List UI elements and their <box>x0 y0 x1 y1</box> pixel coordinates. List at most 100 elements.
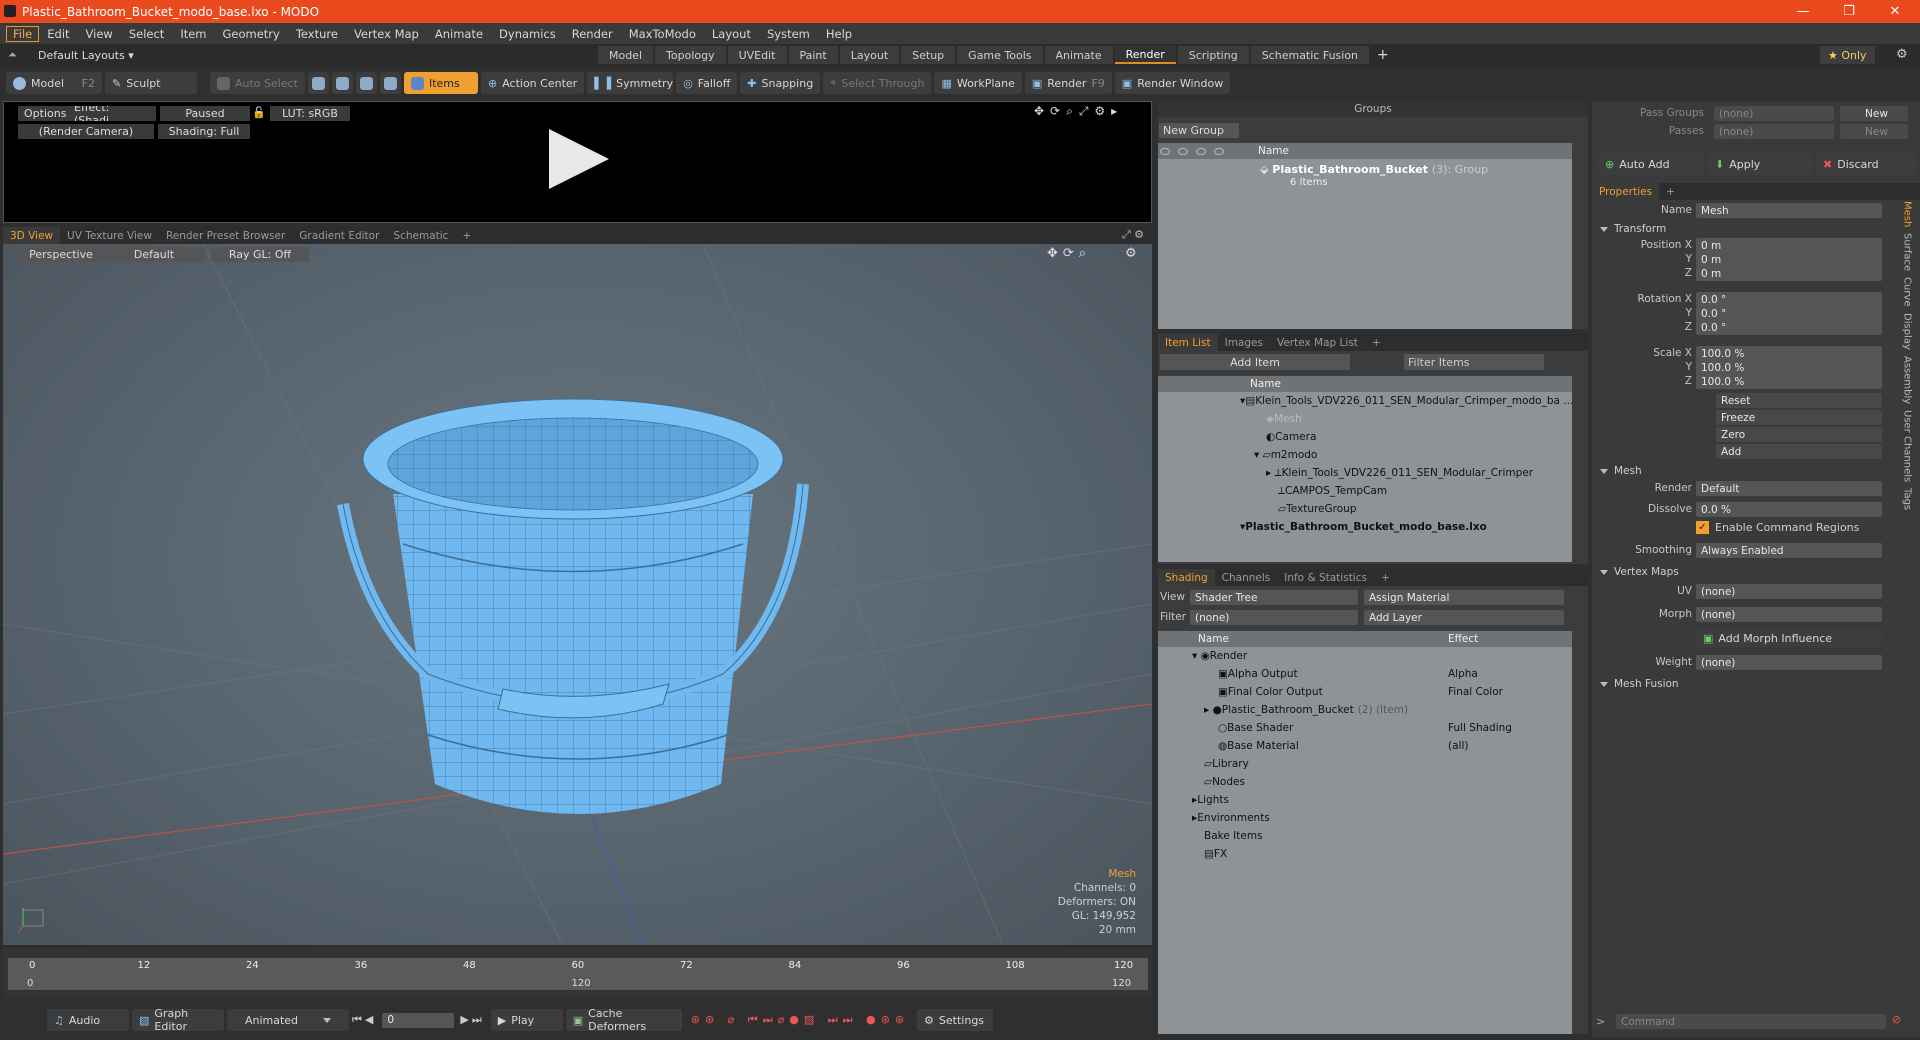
scale-y-field[interactable]: 100.0 % <box>1696 360 1882 375</box>
items-mode-button[interactable]: Items <box>403 72 478 94</box>
tab-properties[interactable]: Properties <box>1592 183 1660 200</box>
tab-paint[interactable]: Paint <box>788 46 838 64</box>
item-row[interactable]: ⟂ CAMPOS_TempCam <box>1158 482 1572 500</box>
add-tab-button[interactable]: + <box>1377 47 1389 63</box>
add-morph-influence-button[interactable]: ▣ Add Morph Influence <box>1696 629 1882 647</box>
uv-dropdown[interactable]: (none) <box>1696 584 1882 599</box>
shading-style-dropdown[interactable]: Default <box>103 247 205 262</box>
shader-row[interactable]: ▸ Lights <box>1158 791 1572 809</box>
shader-row[interactable]: ▤ FX <box>1158 845 1572 863</box>
preview-options-button[interactable]: Options <box>18 106 73 121</box>
graph-editor-button[interactable]: ▧ Graph Editor <box>132 1007 224 1033</box>
rotation-y-field[interactable]: 0.0 ° <box>1696 306 1882 321</box>
item-row[interactable]: ▾ ▤ Klein_Tools_VDV226_011_SEN_Modular_C… <box>1158 392 1573 410</box>
reset-dropdown[interactable]: Reset <box>1716 393 1882 408</box>
render-dropdown[interactable]: Default <box>1696 481 1882 496</box>
tab-schematic[interactable]: Schematic <box>386 227 455 244</box>
menu-select[interactable]: Select <box>121 27 172 41</box>
viewport-gear-icon[interactable]: ⚙ <box>1125 246 1137 261</box>
morph-dropdown[interactable]: (none) <box>1696 607 1882 622</box>
preview-paused-button[interactable]: Paused <box>160 106 250 121</box>
add-item-dropdown[interactable]: Add Item <box>1160 354 1350 370</box>
tab-schematic-fusion[interactable]: Schematic Fusion <box>1250 46 1370 64</box>
vertex-mode-button[interactable] <box>307 72 329 94</box>
apply-button[interactable]: ⬇ Apply <box>1708 153 1812 175</box>
assign-material-button[interactable]: Assign Material <box>1364 590 1564 605</box>
item-row[interactable]: ◐ Camera <box>1158 428 1572 446</box>
model-button[interactable]: Model F2 <box>6 72 102 94</box>
shader-row[interactable]: ▸ Environments <box>1158 809 1572 827</box>
side-tab-user-channels[interactable]: User Channels <box>1902 410 1913 482</box>
frame-forward-icons[interactable]: ▶⏭ <box>460 1013 484 1027</box>
shader-row[interactable]: ▣ Final Color Output Final Color <box>1158 683 1572 701</box>
tab-render[interactable]: Render <box>1114 46 1176 64</box>
add-properties-tab[interactable]: + <box>1659 183 1682 200</box>
render-button[interactable]: ▣ Render F9 <box>1024 72 1112 94</box>
menu-vertex-map[interactable]: Vertex Map <box>346 27 427 41</box>
menu-maxtomodo[interactable]: MaxToModo <box>621 27 704 41</box>
bucket-mesh[interactable] <box>333 384 823 824</box>
menu-dynamics[interactable]: Dynamics <box>491 27 564 41</box>
menu-file[interactable]: File <box>6 25 40 42</box>
tab-model[interactable]: Model <box>598 46 654 64</box>
tab-uv-texture-view[interactable]: UV Texture View <box>60 227 159 244</box>
preview-nav-icons[interactable]: ✥⟳⌕⤢⚙▸ <box>1034 104 1123 119</box>
play-button[interactable]: ▶ Play <box>490 1009 563 1031</box>
item-row[interactable]: ▾ ▱ m2modo <box>1158 446 1572 464</box>
auto-select-button[interactable]: Auto Select <box>210 72 305 94</box>
menu-geometry[interactable]: Geometry <box>215 27 288 41</box>
preview-effect-dropdown[interactable]: Effect: (Shadi... <box>70 106 156 121</box>
scale-x-field[interactable]: 100.0 % <box>1696 346 1882 361</box>
menu-layout[interactable]: Layout <box>704 27 759 41</box>
tab-info-statistics[interactable]: Info & Statistics <box>1277 569 1374 586</box>
tab-channels[interactable]: Channels <box>1215 569 1278 586</box>
frame-back-icons[interactable]: ⏮◀ <box>352 1013 376 1027</box>
new-pass-button[interactable]: New <box>1840 124 1908 139</box>
raygl-dropdown[interactable]: Ray GL: Off <box>211 247 309 262</box>
dissolve-field[interactable]: 0.0 % <box>1696 502 1882 517</box>
view-expand-icons[interactable]: ⤢ ⚙ <box>1122 228 1144 242</box>
shader-row[interactable]: ▱ Nodes <box>1158 773 1572 791</box>
tab-scripting[interactable]: Scripting <box>1177 46 1249 64</box>
side-tab-mesh[interactable]: Mesh <box>1902 201 1913 227</box>
menu-edit[interactable]: Edit <box>39 27 77 41</box>
gear-icon[interactable]: ⚙ <box>1896 47 1908 62</box>
side-tab-surface[interactable]: Surface <box>1902 233 1913 271</box>
falloff-button[interactable]: ◎ Falloff <box>676 72 738 94</box>
item-row[interactable]: ▱ TextureGroup <box>1158 500 1572 518</box>
restore-button[interactable]: ❐ <box>1826 0 1872 23</box>
viewport-3d[interactable]: Perspective Default Ray GL: Off ✥⟳⌕ ⚙ Me… <box>3 244 1152 945</box>
tab-vertex-map-list[interactable]: Vertex Map List <box>1270 334 1365 351</box>
workplane-button[interactable]: ▦ WorkPlane <box>934 72 1022 94</box>
material-mode-button[interactable] <box>379 72 401 94</box>
only-toggle[interactable]: ★ Only <box>1820 46 1875 64</box>
tab-gradient-editor[interactable]: Gradient Editor <box>292 227 386 244</box>
edge-mode-button[interactable] <box>331 72 353 94</box>
preview-shading-dropdown[interactable]: Shading: Full <box>158 124 250 139</box>
side-tab-curve[interactable]: Curve <box>1902 277 1913 307</box>
position-z-field[interactable]: 0 m <box>1696 266 1882 281</box>
mesh-section[interactable]: Mesh <box>1592 463 1892 479</box>
rotation-x-field[interactable]: 0.0 ° <box>1696 292 1882 307</box>
filter-items-input[interactable]: Filter Items <box>1404 354 1544 370</box>
frame-input[interactable]: 0 <box>382 1012 455 1028</box>
vertex-maps-section[interactable]: Vertex Maps <box>1592 564 1892 580</box>
shader-row[interactable]: ▾ ◉ Render <box>1158 647 1572 665</box>
command-input[interactable]: Command <box>1616 1014 1886 1029</box>
audio-button[interactable]: ♫ Audio <box>47 1009 129 1031</box>
tab-animate[interactable]: Animate <box>1044 46 1113 64</box>
rotation-z-field[interactable]: 0.0 ° <box>1696 320 1882 335</box>
animated-dropdown[interactable]: Animated <box>227 1009 349 1031</box>
shader-row[interactable]: Bake Items <box>1158 827 1572 845</box>
play-icon[interactable] <box>544 124 614 194</box>
menu-animate[interactable]: Animate <box>427 27 491 41</box>
discard-button[interactable]: ✖ Discard <box>1816 153 1916 175</box>
pass-groups-dropdown[interactable]: (none) <box>1714 106 1834 121</box>
item-row[interactable]: ◈ Mesh <box>1158 410 1572 428</box>
side-tab-assembly[interactable]: Assembly <box>1902 356 1913 404</box>
side-tab-tags[interactable]: Tags <box>1902 488 1913 510</box>
weight-dropdown[interactable]: (none) <box>1696 655 1882 670</box>
new-pass-group-button[interactable]: New <box>1840 106 1908 121</box>
menu-item[interactable]: Item <box>172 27 214 41</box>
shader-row[interactable]: ▱ Library <box>1158 755 1572 773</box>
